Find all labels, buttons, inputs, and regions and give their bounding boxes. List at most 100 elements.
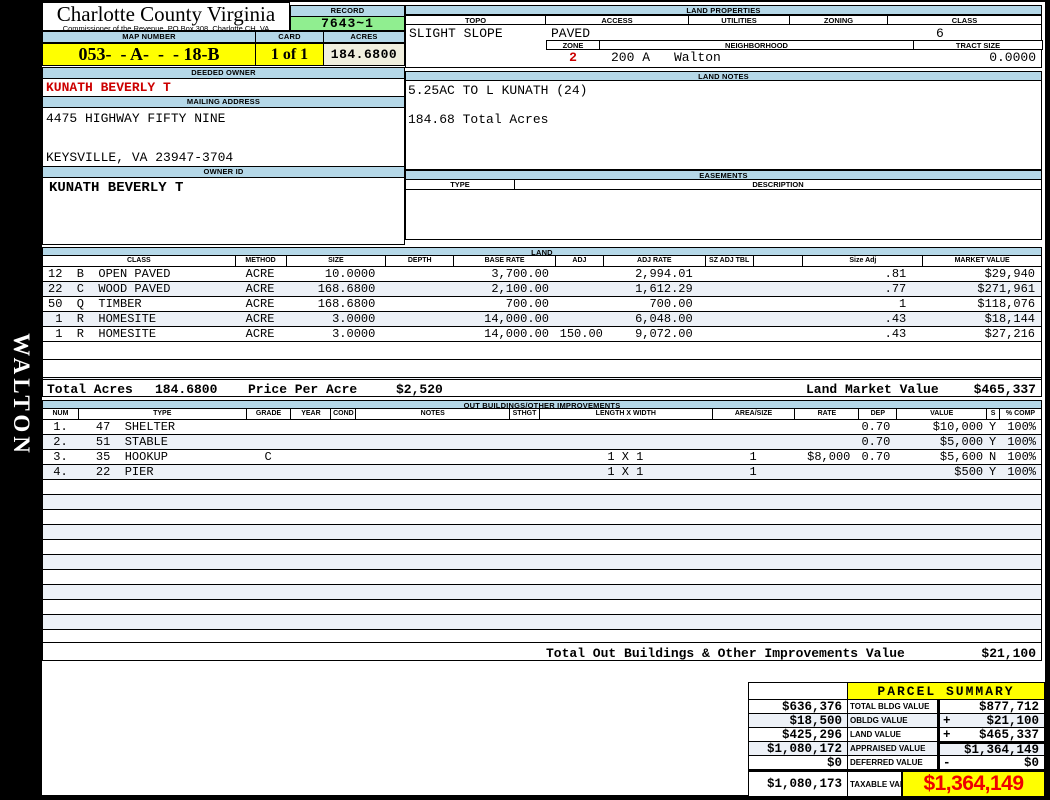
cell: 47 SHELTER <box>95 420 176 434</box>
owner-id-label: OWNER ID <box>43 166 404 178</box>
cell: 14,000.00 <box>484 327 549 341</box>
column-header: SZ ADJ TBL <box>704 256 753 266</box>
cell: ACRE <box>245 327 275 341</box>
mailing-address-line1: 4475 HIGHWAY FIFTY NINE <box>46 111 226 126</box>
acres-label: ACRES <box>324 31 405 43</box>
land-table: CLASS METHOD SIZE DEPTH BASE RATE ADJ ADJ RATE… <box>42 256 1042 388</box>
price-per-acre-value: $2,520 <box>396 382 443 397</box>
map-number-value: 053- - A- - - 18-B <box>42 43 256 66</box>
minus-sign: - <box>943 756 951 770</box>
deeded-owner-label: DEEDED OWNER <box>43 68 404 79</box>
appraised-value-label: APPRAISED VALUE <box>848 742 938 756</box>
column-header: S <box>986 409 999 419</box>
cell: $10,000 <box>932 420 984 434</box>
cell: Y <box>988 465 997 479</box>
cell: 51 STABLE <box>95 435 168 449</box>
land-notes-title: LAND NOTES <box>405 71 1042 81</box>
table-row <box>43 584 1041 599</box>
topo-label: TOPO <box>405 15 546 25</box>
district-sidebar-label: WALTON <box>9 333 34 457</box>
column-header: SIZE <box>285 256 386 266</box>
plus-sign: + <box>943 728 951 742</box>
column-header: VALUE <box>896 409 986 419</box>
land-properties-title: LAND PROPERTIES <box>405 5 1042 15</box>
cell: $500 <box>954 465 984 479</box>
cell: $271,961 <box>977 282 1036 296</box>
neighborhood-code: 200 A <box>611 50 651 65</box>
table-row <box>43 494 1041 509</box>
table-row <box>43 524 1041 539</box>
cell: 1 <box>749 450 757 464</box>
cell: 14,000.00 <box>484 312 549 326</box>
cell: 3.0000 <box>332 327 376 341</box>
cell: 1 <box>749 465 757 479</box>
table-row <box>43 614 1041 629</box>
parcel-summary-row: $1,080,172 APPRAISED VALUE $1,364,149 <box>748 742 1045 756</box>
cell: 3.0000 <box>332 312 376 326</box>
easement-type-label: TYPE <box>405 180 515 190</box>
cell: ACRE <box>245 297 275 311</box>
table-row <box>43 569 1041 584</box>
table-row <box>43 599 1041 614</box>
cell: .81 <box>884 267 907 281</box>
land-notes-body: 5.25AC TO L KUNATH (24) 184.68 Total Acr… <box>405 81 1042 170</box>
deeded-owner-value: KUNATH BEVERLY T <box>46 80 171 95</box>
column-header: GRADE <box>245 409 291 419</box>
map-card-acres-values: 053- - A- - - 18-B 1 of 1 184.6800 <box>42 43 405 66</box>
county-title: Charlotte County Virginia <box>56 2 276 26</box>
column-header: RATE <box>794 409 858 419</box>
table-row <box>43 479 1041 494</box>
parcel-summary-row: $636,376 TOTAL BLDG VALUE $877,712 <box>748 700 1045 714</box>
cell: 1 X 1 <box>607 450 644 464</box>
prior-land-value: $425,296 <box>748 728 848 742</box>
parcel-summary-row: $18,500 OBLDG VALUE + $21,100 <box>748 714 1045 728</box>
class-label: CLASS <box>888 15 1042 25</box>
card-label: CARD <box>256 31 324 43</box>
zone-label: ZONE <box>546 40 600 50</box>
cell: $118,076 <box>977 297 1036 311</box>
table-row <box>43 554 1041 569</box>
cell: 100% <box>1007 435 1036 449</box>
out-buildings-total-value: $21,100 <box>981 646 1036 661</box>
cell: 0.70 <box>861 450 891 464</box>
parcel-summary-empty-cell <box>748 682 848 700</box>
column-header: BASE RATE <box>453 256 555 266</box>
cell: ACRE <box>245 282 275 296</box>
table-row: 50 Q TIMBER ACRE 168.6800 700.00 700.00 1 $118… <box>43 296 1041 311</box>
property-record-card: WALTON Charlotte County Virginia Commiss… <box>0 0 1050 800</box>
easements-body <box>405 190 1042 240</box>
neighborhood-name: Walton <box>674 50 721 65</box>
land-note-line: 5.25AC TO L KUNATH (24) <box>408 83 588 98</box>
column-header: STHGT <box>509 409 539 419</box>
zone-neighborhood-headers: ZONE NEIGHBORHOOD TRACT SIZE <box>546 40 1043 50</box>
land-value: + $465,337 <box>938 728 1045 742</box>
cell: .43 <box>884 312 907 326</box>
column-header: ADJ <box>554 256 603 266</box>
cell: 0.70 <box>861 435 891 449</box>
parcel-summary-header-row: PARCEL SUMMARY <box>748 682 1045 700</box>
class-value: 6 <box>936 26 944 41</box>
cell: 9,072.00 <box>635 327 693 341</box>
access-value: PAVED <box>551 26 591 41</box>
parcel-summary-title: PARCEL SUMMARY <box>848 682 1045 700</box>
cell: 6,048.00 <box>635 312 693 326</box>
column-header: NUM <box>52 410 69 417</box>
utilities-label: UTILITIES <box>689 15 790 25</box>
cell: 22 PIER <box>95 465 154 479</box>
column-header: ADJ RATE <box>602 256 705 266</box>
cell: .77 <box>884 282 907 296</box>
cell: $29,940 <box>984 267 1036 281</box>
cell: Y <box>988 435 997 449</box>
land-properties-body: SLIGHT SLOPE PAVED 6 ZONE NEIGHBORHOOD T… <box>405 25 1043 68</box>
parcel-summary-taxable-row: $1,080,173 TAXABLE VALUE $1,364,149 <box>748 770 1045 797</box>
owner-box: DEEDED OWNER KUNATH BEVERLY T MAILING AD… <box>42 67 405 245</box>
cell: 1 R HOMESITE <box>48 312 157 326</box>
cell: C <box>264 450 272 464</box>
cell: 10.0000 <box>324 267 376 281</box>
cell: 50 Q TIMBER <box>48 297 142 311</box>
taxable-value-label: TAXABLE VALUE <box>848 770 902 797</box>
cell: 3,700.00 <box>491 267 549 281</box>
cell: 1,612.29 <box>635 282 693 296</box>
cell: 700.00 <box>649 297 693 311</box>
column-header: YEAR <box>290 409 330 419</box>
